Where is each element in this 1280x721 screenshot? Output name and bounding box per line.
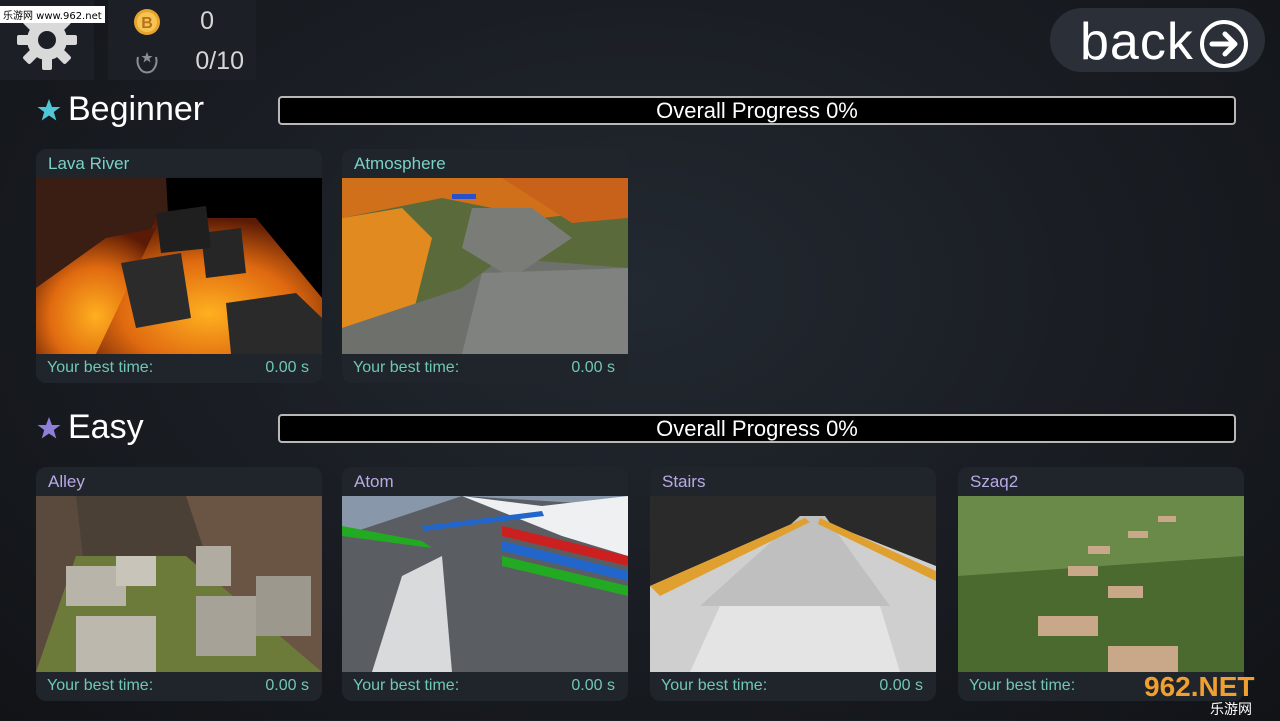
level-thumbnail <box>958 496 1244 672</box>
level-thumbnail <box>342 178 628 354</box>
coin-icon: B <box>134 9 160 35</box>
level-card-atmosphere[interactable]: Atmosphere Your best time: 0.00 s <box>342 149 628 383</box>
section-label: Beginner <box>68 90 205 128</box>
best-time-value: 0.00 s <box>879 677 923 694</box>
section-title-easy: Easy <box>36 408 144 447</box>
stats-panel: B 0 0/10 <box>108 0 256 80</box>
star-counter: 0/10 <box>108 42 256 80</box>
best-time-label: Your best time: <box>969 677 1076 694</box>
section-label: Easy <box>68 408 144 446</box>
star-icon <box>37 416 61 438</box>
level-card-atom[interactable]: Atom Your best time: 0.00 s <box>342 467 628 701</box>
arrow-right-circle-icon <box>1200 20 1248 68</box>
star-icon <box>37 98 61 120</box>
star-count: 0/10 <box>195 46 244 75</box>
back-button[interactable]: back <box>1050 8 1265 72</box>
best-time-label: Your best time: <box>353 677 460 694</box>
level-thumbnail <box>650 496 936 672</box>
back-label: back <box>1080 13 1194 71</box>
coin-counter: B 0 <box>108 2 256 40</box>
level-name: Lava River <box>48 154 130 173</box>
level-thumbnail <box>36 178 322 354</box>
watermark-text: 乐游网 www.962.net <box>0 6 105 23</box>
level-name: Szaq2 <box>970 472 1019 491</box>
level-thumbnail <box>36 496 322 672</box>
best-time-label: Your best time: <box>353 359 460 376</box>
section-title-beginner: Beginner <box>36 90 204 129</box>
best-time-value: 0.00 s <box>571 359 615 376</box>
best-time-value: 0.00 s <box>265 677 309 694</box>
level-thumbnail <box>342 496 628 672</box>
best-time-label: Your best time: <box>661 677 768 694</box>
level-card-alley[interactable]: Alley Your best time: 0.00 s <box>36 467 322 701</box>
progress-bar-beginner: Overall Progress 0% <box>278 96 1236 125</box>
svg-text:B: B <box>141 15 153 32</box>
best-time-value: 0.00 s <box>571 677 615 694</box>
watermark-main: 962.NET <box>1144 671 1255 702</box>
best-time-label: Your best time: <box>47 359 154 376</box>
level-name: Atom <box>354 472 394 491</box>
progress-bar-easy: Overall Progress 0% <box>278 414 1236 443</box>
watermark-logo: 962.NET 乐游网 <box>1140 668 1275 718</box>
level-name: Alley <box>48 472 85 491</box>
progress-text: Overall Progress 0% <box>656 97 858 123</box>
best-time-label: Your best time: <box>47 677 154 694</box>
level-card-szaq2[interactable]: Szaq2 Your best time: <box>958 467 1244 701</box>
level-card-stairs[interactable]: Stairs Your best time: 0.00 s <box>650 467 936 701</box>
watermark-sub: 乐游网 <box>1210 702 1252 716</box>
best-time-value: 0.00 s <box>265 359 309 376</box>
level-card-lava-river[interactable]: Lava River Your best time: 0.00 s <box>36 149 322 383</box>
coin-count: 0 <box>200 6 214 35</box>
level-name: Atmosphere <box>354 154 446 173</box>
level-name: Stairs <box>662 472 706 491</box>
progress-text: Overall Progress 0% <box>656 415 858 441</box>
laurel-star-icon <box>136 52 158 74</box>
